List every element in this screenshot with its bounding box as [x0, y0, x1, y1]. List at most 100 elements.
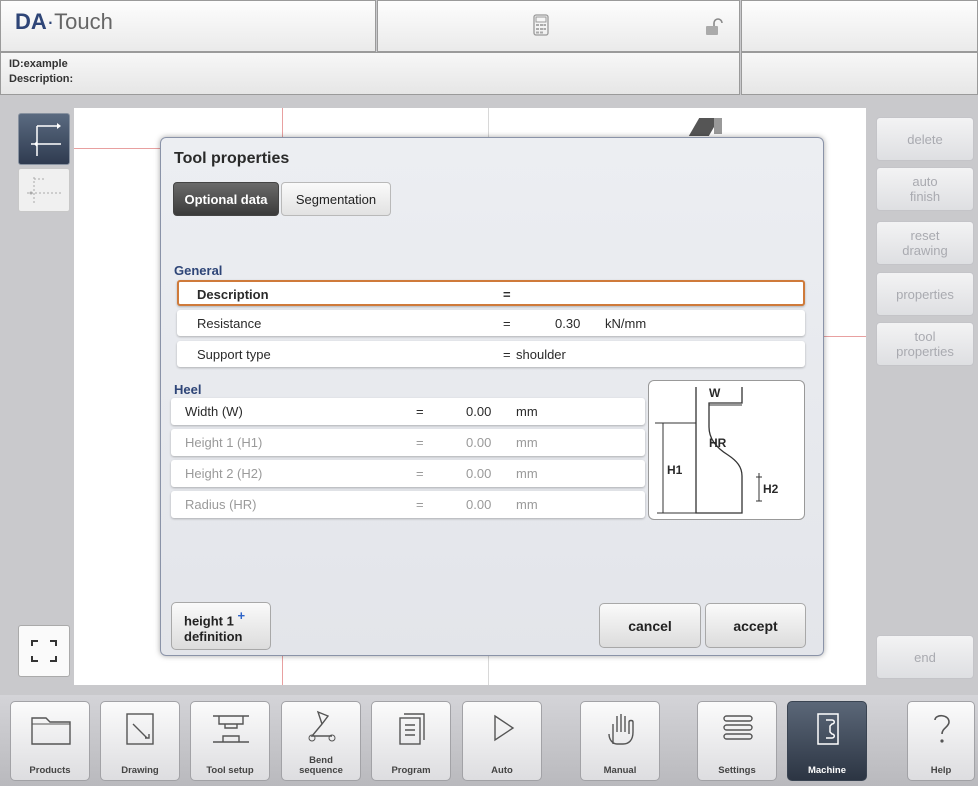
tool-properties-button[interactable]: tool properties	[876, 322, 974, 366]
reset-drawing-button[interactable]: reset drawing	[876, 221, 974, 265]
tool-setup-icon	[213, 715, 249, 743]
product-info: ID:example Description:	[0, 52, 740, 95]
nav-label: Program	[391, 765, 431, 776]
field-unit: mm	[516, 435, 538, 450]
header-logo-panel: DA·Touch	[0, 0, 376, 52]
header-right-panel	[741, 0, 978, 52]
resistance-field[interactable]: Resistance = 0.30 kN/mm	[177, 310, 805, 336]
description-field[interactable]: Description =	[177, 280, 805, 306]
height2-field[interactable]: Height 2 (H2) = 0.00 mm	[171, 460, 645, 487]
nav-bend-sequence[interactable]: Bend sequence	[281, 701, 361, 781]
equals-sign: =	[503, 316, 511, 331]
radius-field[interactable]: Radius (HR) = 0.00 mm	[171, 491, 645, 518]
tab-segmentation[interactable]: Segmentation	[281, 182, 391, 216]
help-icon	[934, 714, 950, 743]
label-h2: H2	[763, 482, 779, 496]
nav-label: Help	[930, 765, 952, 776]
equals-sign: =	[503, 287, 511, 302]
nav-label: Drawing	[121, 765, 159, 776]
nav-label: Auto	[491, 765, 513, 776]
grid-line	[824, 336, 866, 337]
equals-sign: =	[503, 347, 511, 362]
equals-sign: =	[416, 435, 424, 450]
equals-sign: =	[416, 497, 424, 512]
nav-auto[interactable]: Auto	[462, 701, 542, 781]
properties-button[interactable]: properties	[876, 272, 974, 316]
field-label: Height 2 (H2)	[185, 466, 263, 481]
tool-preview-shape	[714, 118, 722, 134]
product-id: ID:example	[9, 58, 68, 70]
machine-icon	[817, 713, 839, 745]
nav-label: Settings	[718, 765, 756, 776]
nav-drawing[interactable]: Drawing	[100, 701, 180, 781]
axis-view-button[interactable]	[18, 113, 70, 165]
plus-icon: +	[237, 608, 246, 624]
dimension-icon	[27, 175, 61, 210]
hand-icon	[608, 714, 634, 745]
auto-finish-button[interactable]: auto finish	[876, 167, 974, 211]
field-value: 0.00	[466, 466, 492, 481]
folder-icon	[31, 717, 71, 745]
label-w: W	[709, 386, 721, 400]
field-label: Description	[197, 287, 269, 302]
width-field[interactable]: Width (W) = 0.00 mm	[171, 398, 645, 425]
nav-label: Tool setup	[206, 765, 254, 776]
calculator-icon[interactable]	[533, 14, 549, 39]
nav-label: Products	[29, 765, 71, 776]
equals-sign: =	[416, 466, 424, 481]
nav-products[interactable]: Products	[10, 701, 90, 781]
axis-icon	[29, 122, 61, 159]
support-type-field[interactable]: Support type = shoulder	[177, 341, 805, 367]
nav-settings[interactable]: Settings	[697, 701, 777, 781]
field-value: shoulder	[516, 347, 566, 362]
nav-program[interactable]: Program	[371, 701, 451, 781]
field-unit: mm	[516, 466, 538, 481]
dimension-view-button[interactable]	[18, 168, 70, 212]
field-label: Height 1 (H1)	[185, 435, 263, 450]
field-label: Width (W)	[185, 404, 243, 419]
field-unit: mm	[516, 497, 538, 512]
height-def-label: height 1	[184, 613, 234, 629]
accept-button[interactable]: accept	[705, 603, 806, 648]
height1-field[interactable]: Height 1 (H1) = 0.00 mm	[171, 429, 645, 456]
field-label: Support type	[197, 347, 271, 362]
equals-sign: =	[416, 404, 424, 419]
header-center-panel	[377, 0, 740, 52]
label-hr: HR	[709, 436, 727, 450]
fit-view-button[interactable]	[18, 625, 70, 677]
height-def-sublabel: definition	[184, 628, 243, 644]
bend-sequence-icon	[308, 710, 336, 742]
field-value: 0.00	[466, 497, 492, 512]
unlock-icon[interactable]	[705, 18, 723, 39]
heel-section-header: Heel	[174, 382, 202, 397]
height1-definition-button[interactable]: height 1 + definition	[171, 602, 271, 650]
delete-button[interactable]: delete	[876, 117, 974, 161]
dialog-title: Tool properties	[174, 150, 290, 167]
nav-tool-setup[interactable]: Tool setup	[190, 701, 270, 781]
nav-manual[interactable]: Manual	[580, 701, 660, 781]
nav-machine[interactable]: Machine	[787, 701, 867, 781]
tab-optional-data[interactable]: Optional data	[173, 182, 279, 216]
field-unit: kN/mm	[605, 316, 647, 331]
fit-screen-icon	[31, 640, 57, 665]
cancel-button[interactable]: cancel	[599, 603, 701, 648]
field-unit: mm	[516, 404, 538, 419]
tool-properties-dialog: Tool properties Optional data Segmentati…	[160, 137, 824, 656]
nav-label: Bend sequence	[299, 755, 343, 776]
header-info-right	[741, 52, 978, 95]
nav-label: Manual	[603, 765, 637, 776]
logo: DA·Touch	[15, 9, 113, 34]
play-icon	[494, 714, 515, 742]
heel-diagram: W HR H1 H2	[648, 380, 805, 520]
settings-icon	[723, 715, 753, 740]
nav-label: Machine	[807, 765, 846, 776]
field-value: 0.00	[466, 435, 492, 450]
grid-line	[74, 148, 174, 149]
program-icon	[399, 713, 425, 745]
field-value: 0.30	[555, 316, 581, 331]
general-section-header: General	[174, 263, 223, 278]
end-button[interactable]: end	[876, 635, 974, 679]
drawing-icon	[126, 713, 154, 745]
field-label: Resistance	[197, 316, 262, 331]
nav-help[interactable]: Help	[907, 701, 975, 781]
